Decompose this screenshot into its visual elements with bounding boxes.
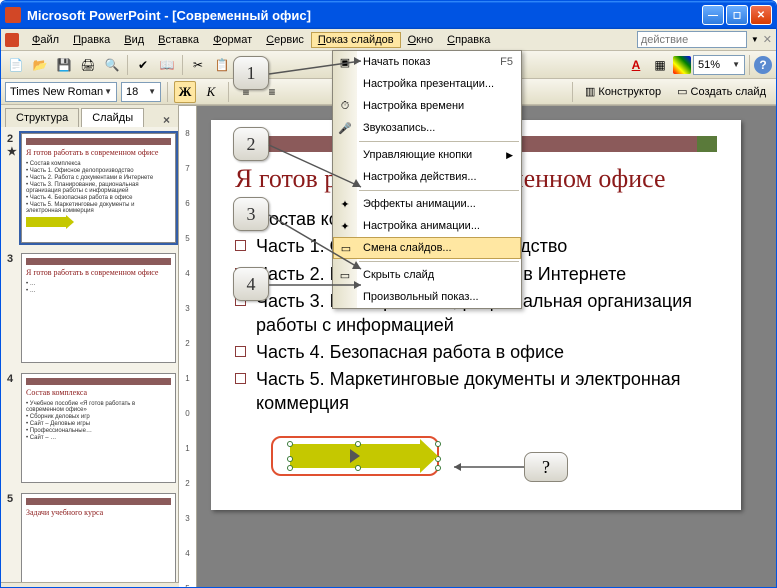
italic-button[interactable]: К (200, 81, 222, 103)
menubar: ФайлПравкаВидВставкаФорматСервисПоказ сл… (1, 29, 776, 51)
menu-Правка[interactable]: Правка (66, 32, 117, 48)
maximize-button[interactable]: ◻ (726, 5, 748, 25)
new-icon[interactable]: 📄 (5, 54, 27, 76)
open-icon[interactable]: 📂 (29, 54, 51, 76)
new-slide-button[interactable]: ▭Создать слайд (671, 81, 772, 103)
menu-Сервис[interactable]: Сервис (259, 32, 311, 48)
panel-close-icon[interactable]: × (159, 113, 174, 127)
thumb-number: 2★ (7, 133, 17, 243)
design-icon: ▥ (585, 85, 595, 98)
menu-item-icon: ✦ (337, 196, 353, 212)
font-combo[interactable]: Times New Roman▼ (5, 82, 117, 102)
powerpoint-icon (5, 7, 21, 23)
copy-icon[interactable]: 📋 (211, 54, 233, 76)
vertical-ruler: 87654321012345678 (179, 106, 197, 588)
titlebar: Microsoft PowerPoint - [Современный офис… (1, 1, 776, 29)
menu-Файл[interactable]: Файл (25, 32, 66, 48)
menu-item[interactable]: ⏱Настройка времени (333, 95, 521, 117)
slide-bullet: Часть 5. Маркетинговые документы и элект… (235, 368, 717, 415)
callout-2: 2 (233, 127, 269, 161)
designer-button[interactable]: ▥Конструктор (579, 81, 667, 103)
menu-Справка[interactable]: Справка (440, 32, 497, 48)
callout-3: 3 (233, 197, 269, 231)
tab-slides[interactable]: Слайды (81, 108, 144, 127)
panel-tabs: Структура Слайды × (1, 105, 178, 127)
window-title: Microsoft PowerPoint - [Современный офис… (27, 8, 702, 23)
minimize-button[interactable]: — (702, 5, 724, 25)
dropdown-arrow-icon[interactable]: ▼ (751, 35, 759, 44)
grid-icon[interactable]: ▦ (649, 54, 671, 76)
menu-Формат[interactable]: Формат (206, 32, 259, 48)
thumb-number: 4 (7, 373, 17, 483)
mdi-close-icon[interactable]: ✕ (763, 33, 772, 46)
menu-item-icon: ⏱ (337, 98, 353, 114)
play-icon (350, 449, 360, 463)
color-icon[interactable] (673, 56, 691, 74)
font-color-icon[interactable]: А (625, 54, 647, 76)
help-icon[interactable]: ? (754, 56, 772, 74)
spell-icon[interactable]: ✔ (132, 54, 154, 76)
zoom-combo[interactable]: 51%▼ (693, 55, 745, 75)
research-icon[interactable]: 📖 (156, 54, 178, 76)
slide-thumbnail[interactable]: Состав комплекса• Учебное пособие «Я гот… (21, 373, 176, 483)
print-icon[interactable]: 🖨 (77, 54, 99, 76)
slide-bullet: Часть 4. Безопасная работа в офисе (235, 341, 717, 364)
size-combo[interactable]: 18▼ (121, 82, 161, 102)
thumb-number: 5 (7, 493, 17, 582)
office-icon[interactable] (5, 33, 19, 47)
slide-thumbnail[interactable]: Я готов работать в современном офисе• Со… (21, 133, 176, 243)
menu-item-icon: 🎤 (337, 120, 353, 136)
slide-thumbnail[interactable]: Я готов работать в современном офисе• …•… (21, 253, 176, 363)
menu-Вид[interactable]: Вид (117, 32, 151, 48)
tab-outline[interactable]: Структура (5, 108, 79, 127)
arrow-shape[interactable] (290, 444, 420, 468)
close-button[interactable]: ✕ (750, 5, 772, 25)
menu-Показ слайдов[interactable]: Показ слайдов (311, 32, 401, 48)
menu-Вставка[interactable]: Вставка (151, 32, 206, 48)
app-window: Microsoft PowerPoint - [Современный офис… (0, 0, 777, 588)
slide-thumbnail[interactable]: Задачи учебного курса (21, 493, 176, 582)
help-search-input[interactable] (637, 31, 747, 48)
preview-icon[interactable]: 🔍 (101, 54, 123, 76)
left-panel: Структура Слайды × 2★Я готов работать в … (1, 105, 179, 582)
save-icon[interactable]: 💾 (53, 54, 75, 76)
bold-button[interactable]: Ж (174, 81, 196, 103)
selected-shape-outline (271, 436, 439, 476)
callout-question: ? (524, 452, 568, 482)
newslide-icon: ▭ (677, 85, 687, 98)
menu-item[interactable]: 🎤Звукозапись... (333, 117, 521, 139)
menu-Окно[interactable]: Окно (401, 32, 441, 48)
thumb-number: 3 (7, 253, 17, 363)
cut-icon[interactable]: ✂ (187, 54, 209, 76)
callout-4: 4 (233, 267, 269, 301)
thumbnail-list: 2★Я готов работать в современном офисе• … (1, 127, 178, 582)
callout-1: 1 (233, 56, 269, 90)
